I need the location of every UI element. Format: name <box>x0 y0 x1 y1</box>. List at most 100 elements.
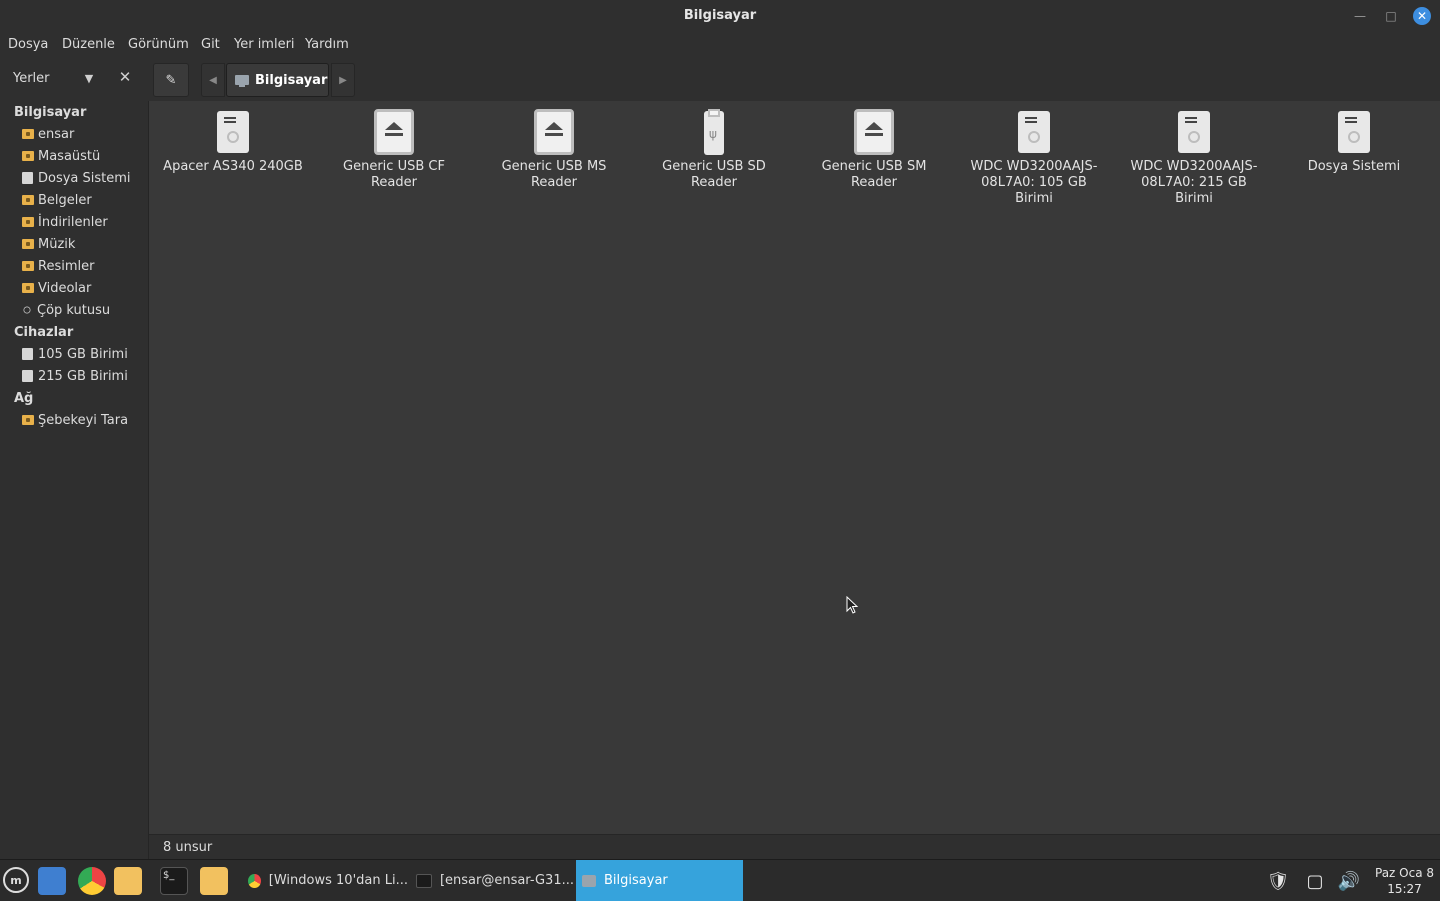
device-item[interactable]: Generic USB SD Reader <box>634 109 794 191</box>
usb-drive-icon <box>691 109 737 155</box>
volume-icon[interactable]: 🔊 <box>1336 868 1362 894</box>
computer-icon <box>582 874 596 887</box>
sidebar-item-home[interactable]: ensar <box>22 124 74 144</box>
device-item[interactable]: WDC WD3200AAJS-08L7A0: 105 GB Birimi <box>954 109 1114 207</box>
device-item[interactable]: Generic USB MS Reader <box>474 109 634 191</box>
menu-go[interactable]: Git <box>201 37 220 52</box>
sidebar-item-label: ensar <box>38 126 75 142</box>
clock[interactable]: Paz Oca 8 15:27 <box>1375 865 1434 897</box>
breadcrumb-right-arrow-icon[interactable]: ▶ <box>331 63 355 97</box>
device-item[interactable]: Dosya Sistemi <box>1274 109 1434 175</box>
sidebar-item-label: Dosya Sistemi <box>38 170 131 186</box>
device-item[interactable]: WDC WD3200AAJS-08L7A0: 215 GB Birimi <box>1114 109 1274 207</box>
desktop-folder-icon <box>22 151 34 161</box>
sidebar-item-trash[interactable]: Çöp kutusu <box>22 300 110 320</box>
hard-drive-icon <box>1011 109 1057 155</box>
device-label: Apacer AS340 240GB <box>163 159 303 174</box>
device-label: Generic USB SD Reader <box>662 159 766 190</box>
start-menu-icon[interactable]: m <box>3 867 29 893</box>
device-item[interactable]: Apacer AS340 240GB <box>153 109 313 175</box>
sidebar-item-desktop[interactable]: Masaüstü <box>22 146 100 166</box>
sidebar-item-label: 105 GB Birimi <box>38 346 128 362</box>
drive-icon <box>22 172 33 184</box>
file-view[interactable]: Apacer AS340 240GB Generic USB CF Reader… <box>149 101 1440 834</box>
mouse-pointer-icon <box>846 596 859 614</box>
network-icon[interactable]: ▢ <box>1302 868 1328 894</box>
terminal-icon <box>416 873 432 888</box>
toggle-location-entry-button[interactable]: ✎ <box>153 63 189 97</box>
task-terminal-window[interactable]: [ensar@ensar-G31... <box>410 860 574 901</box>
task-file-manager-window[interactable]: Bilgisayar <box>576 860 743 901</box>
sidebar-item-volume-105gb[interactable]: 105 GB Birimi <box>22 344 128 364</box>
sidebar-item-filesystem[interactable]: Dosya Sistemi <box>22 168 131 188</box>
sidebar-item-documents[interactable]: Belgeler <box>22 190 92 210</box>
places-selector-label[interactable]: Yerler <box>13 71 50 86</box>
sidebar-item-music[interactable]: Müzik <box>22 234 75 254</box>
sidebar-section-computer: Bilgisayar <box>14 105 87 120</box>
menu-file[interactable]: Dosya <box>8 37 48 52</box>
sidebar-item-label: Masaüstü <box>38 148 101 164</box>
sidebar-item-label: Videolar <box>38 280 92 296</box>
device-label: Dosya Sistemi <box>1307 159 1401 174</box>
sidebar-item-downloads[interactable]: İndirilenler <box>22 212 108 232</box>
network-folder-icon <box>22 415 34 425</box>
menu-bookmarks[interactable]: Yer imleri <box>234 37 295 52</box>
pictures-folder-icon <box>22 261 34 271</box>
hard-drive-icon <box>1171 109 1217 155</box>
home-folder-icon <box>22 129 34 139</box>
shield-icon[interactable]: 🛡 <box>1265 868 1291 894</box>
menu-view[interactable]: Görünüm <box>128 37 189 52</box>
menu-help[interactable]: Yardım <box>305 37 349 52</box>
close-icon[interactable]: ✕ <box>1413 7 1431 25</box>
documents-folder-icon <box>22 195 34 205</box>
task-label: [ensar@ensar-G31... <box>439 873 574 888</box>
task-label: [Windows 10'dan Li... <box>268 873 408 888</box>
device-label: WDC WD3200AAJS-08L7A0: 215 GB Birimi <box>1130 159 1258 206</box>
pencil-icon: ✎ <box>165 72 177 88</box>
device-label: Generic USB MS Reader <box>501 159 607 190</box>
minimize-icon[interactable]: — <box>1350 6 1370 26</box>
device-item[interactable]: Generic USB CF Reader <box>314 109 474 191</box>
folder-launcher-icon[interactable] <box>200 867 228 895</box>
task-chrome-window[interactable]: [Windows 10'dan Li... <box>242 860 408 901</box>
device-item[interactable]: Generic USB SM Reader <box>794 109 954 191</box>
device-label: Generic USB SM Reader <box>821 159 927 190</box>
title-bar: Bilgisayar — □ ✕ <box>0 0 1440 32</box>
terminal-icon[interactable]: $_ <box>160 867 188 895</box>
clock-date: Paz Oca 8 <box>1375 866 1435 880</box>
window-title: Bilgisayar <box>683 8 757 23</box>
breadcrumb-label: Bilgisayar <box>255 72 328 88</box>
sidebar-item-browse-network[interactable]: Şebekeyi Tara <box>22 410 128 430</box>
breadcrumb-computer[interactable]: Bilgisayar <box>226 63 329 97</box>
sidebar-item-label: Müzik <box>38 236 76 252</box>
computer-icon <box>235 75 249 87</box>
music-folder-icon <box>22 239 34 249</box>
close-sidebar-icon[interactable]: ✕ <box>117 68 133 88</box>
task-label: Bilgisayar <box>604 873 668 888</box>
files-launcher-icon[interactable] <box>114 867 142 895</box>
chrome-icon[interactable] <box>78 867 106 895</box>
eject-drive-icon <box>531 109 577 155</box>
eject-drive-icon <box>371 109 417 155</box>
status-bar: 8 unsur <box>149 834 1440 860</box>
device-label: WDC WD3200AAJS-08L7A0: 105 GB Birimi <box>970 159 1098 206</box>
downloads-folder-icon <box>22 217 34 227</box>
screenshot-app-icon[interactable] <box>38 867 66 895</box>
sidebar-item-label: 215 GB Birimi <box>38 368 128 384</box>
sidebar-item-videos[interactable]: Videolar <box>22 278 91 298</box>
sidebar-section-devices: Cihazlar <box>14 325 74 340</box>
menu-bar: Dosya Düzenle Görünüm Git Yer imleri Yar… <box>0 32 1440 57</box>
drive-icon <box>22 348 33 360</box>
menu-edit[interactable]: Düzenle <box>62 37 115 52</box>
sidebar-item-pictures[interactable]: Resimler <box>22 256 94 276</box>
breadcrumb-left-arrow-icon[interactable]: ◀ <box>201 63 225 97</box>
maximize-icon[interactable]: □ <box>1381 6 1401 26</box>
sidebar-item-label: İndirilenler <box>38 214 108 230</box>
sidebar-section-network: Ağ <box>14 391 34 406</box>
sidebar-item-volume-215gb[interactable]: 215 GB Birimi <box>22 366 128 386</box>
chevron-down-icon[interactable]: ▼ <box>82 72 96 86</box>
item-count: 8 unsur <box>163 840 213 855</box>
toolbar: Yerler ▼ ✕ ✎ ◀ Bilgisayar ▶ <box>0 57 1440 102</box>
taskbar: m $_ [Windows 10'dan Li... [ensar@ensar-… <box>0 859 1440 901</box>
sidebar-item-label: Resimler <box>38 258 95 274</box>
